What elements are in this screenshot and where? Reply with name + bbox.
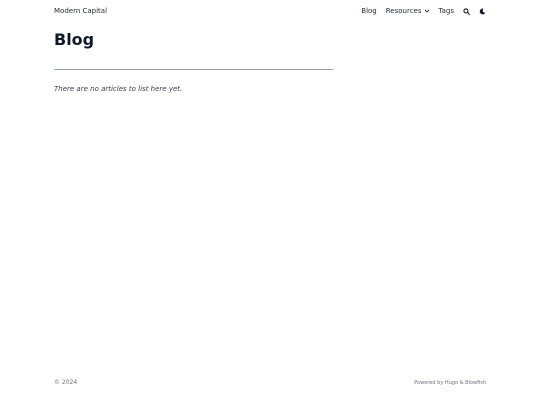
search-icon <box>463 7 470 15</box>
nav-blog-label: Blog <box>361 7 377 15</box>
chevron-down-icon <box>424 8 430 14</box>
title-divider <box>54 69 333 70</box>
nav-resources-dropdown[interactable]: Resources <box>386 7 430 15</box>
nav-tags-label: Tags <box>438 7 455 15</box>
nav-tags-link[interactable]: Tags <box>439 7 455 15</box>
site-title-link[interactable]: Modern Capital <box>54 7 107 15</box>
main-nav: Blog Resources Tags <box>361 7 486 15</box>
nav-resources-label: Resources <box>385 7 422 15</box>
nav-blog-link[interactable]: Blog <box>361 7 376 15</box>
powered-by-text: Powered by Hugo & Blowfish <box>414 379 486 386</box>
site-header: Modern Capital Blog Resources Tags <box>54 5 486 17</box>
moon-icon <box>479 8 486 15</box>
copyright-text: © 2024 <box>54 379 78 386</box>
site-footer: © 2024 Powered by Hugo & Blowfish <box>54 379 486 386</box>
empty-articles-message: There are no articles to list here yet. <box>54 85 183 93</box>
page-title: Blog <box>54 30 95 49</box>
search-button[interactable] <box>463 7 470 15</box>
theme-toggle-button[interactable] <box>479 8 486 15</box>
